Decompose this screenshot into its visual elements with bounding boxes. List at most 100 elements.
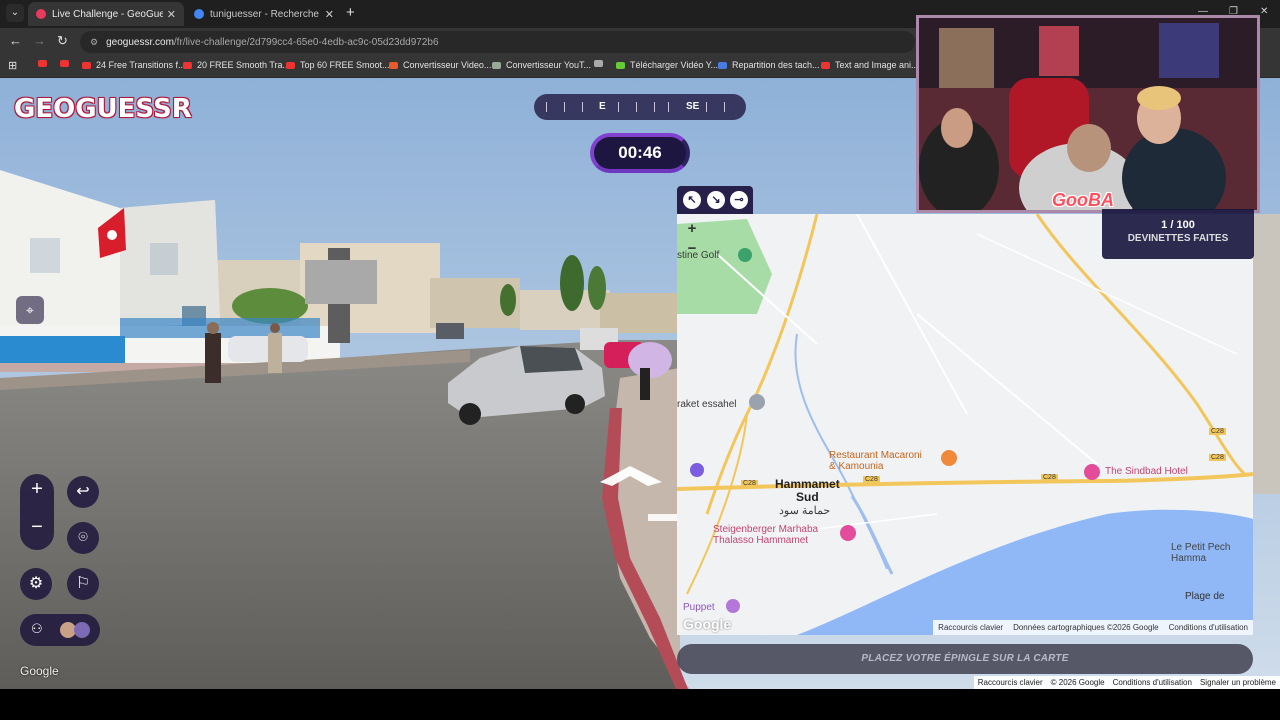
footer-report-link[interactable]: Signaler un problème — [1200, 678, 1276, 687]
compass-tick — [668, 102, 669, 112]
road-label-c28: C28 — [741, 480, 758, 487]
map-data-credit: Données cartographiques ©2026 Google — [1013, 623, 1159, 632]
tab-google-search[interactable]: tuniguesser - Recherche Google ✕ — [186, 2, 342, 26]
hammamet-sud-text: Hammamet Sud — [775, 477, 840, 504]
compass-tick — [724, 102, 725, 112]
tab-close-icon[interactable]: ✕ — [321, 8, 334, 21]
bookmark-item[interactable]: Text and Image ani... — [821, 60, 919, 70]
close-window-icon[interactable]: ✕ — [1260, 6, 1268, 17]
bookmark-label: 24 Free Transitions f... — [96, 60, 186, 70]
map-resize-tools: ↖ ↘ ⊸ — [677, 186, 753, 214]
map-label-hammamet-arabic: حمامة سود — [779, 505, 831, 517]
map-terms-link[interactable]: Conditions d'utilisation — [1169, 623, 1248, 632]
bookmark-label: Text and Image ani... — [835, 60, 919, 70]
arrow-down-right-icon[interactable]: ↘ — [707, 191, 725, 209]
geoguessr-logo[interactable]: GEOGUESSR — [14, 94, 192, 124]
webcam-feed — [919, 18, 1257, 210]
zoom-out-button[interactable]: − — [20, 516, 54, 539]
doc-icon — [718, 61, 727, 69]
bookmark-item[interactable] — [60, 60, 74, 67]
bookmark-item[interactable]: 20 FREE Smooth Tra... — [183, 60, 290, 70]
guess-count: 1 / 100 — [1161, 219, 1195, 231]
pin-icon[interactable]: ⊸ — [730, 191, 748, 209]
map-label-steigenberger: Steigenberger Marhaba Thalasso Hammamet — [713, 524, 818, 546]
bookmark-item[interactable]: Top 60 FREE Smoot... — [286, 60, 390, 70]
tab-geoguessr[interactable]: Live Challenge - GeoGuessr ✕ — [28, 2, 184, 26]
tab-search-menu-button[interactable]: ⌄ — [6, 4, 24, 22]
logo-text: GEOGUESSR — [14, 94, 192, 124]
people-icon: ⚇ — [31, 621, 43, 636]
tab-title: tuniguesser - Recherche Google — [210, 8, 321, 20]
map-shortcuts-link[interactable]: Raccourcis clavier — [938, 623, 1003, 632]
bookmark-item[interactable]: Convertisseur Video... — [389, 60, 491, 70]
footer-terms-link[interactable]: Conditions d'utilisation — [1113, 678, 1192, 687]
compass-tick — [654, 102, 655, 112]
forward-arrow-icon[interactable]: → — [33, 34, 46, 48]
map-label-essahel: raket essahel — [677, 399, 737, 410]
site-info-icon[interactable]: ⚙ — [90, 37, 98, 48]
youtube-icon — [38, 60, 47, 67]
reload-icon[interactable]: ↻ — [57, 34, 68, 48]
google-favicon-icon — [194, 9, 204, 19]
round-timer: 00:46 — [590, 133, 690, 173]
address-bar[interactable]: ⚙ geoguessr.com/fr/live-challenge/2d799c… — [80, 31, 915, 53]
map-marker-icon[interactable]: ⌖ — [16, 296, 44, 324]
settings-gear-icon[interactable]: ⚙ — [20, 568, 52, 600]
map-label-golf: stine Golf — [677, 250, 720, 261]
zoom-in-button[interactable]: + — [20, 478, 54, 501]
compass-tick — [564, 102, 565, 112]
bookmark-label: Convertisseur Video... — [403, 60, 492, 70]
road-label-c28: C28 — [863, 476, 880, 483]
bookmark-item[interactable]: Télécharger Vidéo Y... — [616, 60, 718, 70]
back-arrow-icon[interactable]: ← — [9, 34, 22, 48]
bookmark-label: 20 FREE Smooth Tra... — [197, 60, 291, 70]
compass-tick — [546, 102, 547, 112]
google-watermark: Google — [20, 664, 59, 678]
globe-icon — [594, 60, 603, 67]
map-canvas[interactable] — [677, 214, 1253, 635]
return-to-start-button[interactable]: ⌾ — [67, 522, 99, 554]
place-pin-button[interactable]: PLACEZ VOTRE ÉPINGLE SUR LA CARTE — [677, 644, 1253, 674]
bookmark-label: Top 60 FREE Smoot... — [300, 60, 390, 70]
map-label-petit-pech: Le Petit Pech Hamma — [1171, 542, 1230, 564]
compass-tick — [706, 102, 707, 112]
youtube-icon — [821, 61, 830, 69]
restaurant-label-text: Restaurant Macaroni & Kamounia — [829, 450, 922, 472]
players-panel[interactable]: ⚇ — [20, 614, 100, 646]
map-label-restaurant: Restaurant Macaroni & Kamounia — [829, 450, 922, 472]
footer-shortcuts-link[interactable]: Raccourcis clavier — [978, 678, 1043, 687]
guess-map[interactable]: + − stine Golf raket essahel Restaurant … — [677, 214, 1253, 635]
screen: ⌄ Live Challenge - GeoGuessr ✕ tuniguess… — [0, 0, 1280, 720]
bookmark-item[interactable]: Repartition des tach... — [718, 60, 820, 70]
petit-pech-label-text: Le Petit Pech Hamma — [1171, 542, 1231, 564]
map-label-sindbad: The Sindbad Hotel — [1105, 466, 1188, 477]
apps-grid-icon[interactable]: ⊞ — [8, 59, 17, 72]
bookmark-label: Télécharger Vidéo Y... — [630, 60, 719, 70]
bookmark-item[interactable]: 24 Free Transitions f... — [82, 60, 186, 70]
url-host: geoguessr.com — [106, 36, 174, 48]
steigenberger-label-text: Steigenberger Marhaba Thalasso Hammamet — [713, 524, 819, 546]
bookmark-item[interactable] — [38, 60, 52, 67]
tab-close-icon[interactable]: ✕ — [163, 8, 176, 21]
arrow-up-left-icon[interactable]: ↖ — [683, 191, 701, 209]
player-avatar — [74, 622, 90, 638]
map-zoom-in-button[interactable]: + — [684, 220, 700, 237]
streetview-footer: Raccourcis clavier © 2026 Google Conditi… — [973, 676, 1280, 689]
map-label-hammamet-sud: Hammamet Sud — [775, 478, 840, 504]
bookmark-item[interactable]: Convertisseur YouT... — [492, 60, 591, 70]
road-label-c28: C28 — [1209, 428, 1226, 435]
z-icon — [389, 61, 398, 69]
bird-icon — [492, 61, 501, 69]
map-label-puppet: Puppet — [683, 602, 715, 613]
bookmark-label: Convertisseur YouT... — [506, 60, 592, 70]
bookmark-item[interactable] — [594, 60, 608, 67]
webcam-overlay — [916, 15, 1260, 213]
map-google-logo: Google — [683, 616, 732, 632]
compass-tick — [636, 102, 637, 112]
undo-move-button[interactable]: ↩ — [67, 476, 99, 508]
plus-icon[interactable]: + — [346, 5, 355, 21]
geoguessr-favicon-icon — [36, 9, 46, 19]
flag-icon[interactable]: ⚐ — [67, 568, 99, 600]
youtube-icon — [286, 61, 295, 69]
compass-label-e: E — [599, 101, 606, 112]
